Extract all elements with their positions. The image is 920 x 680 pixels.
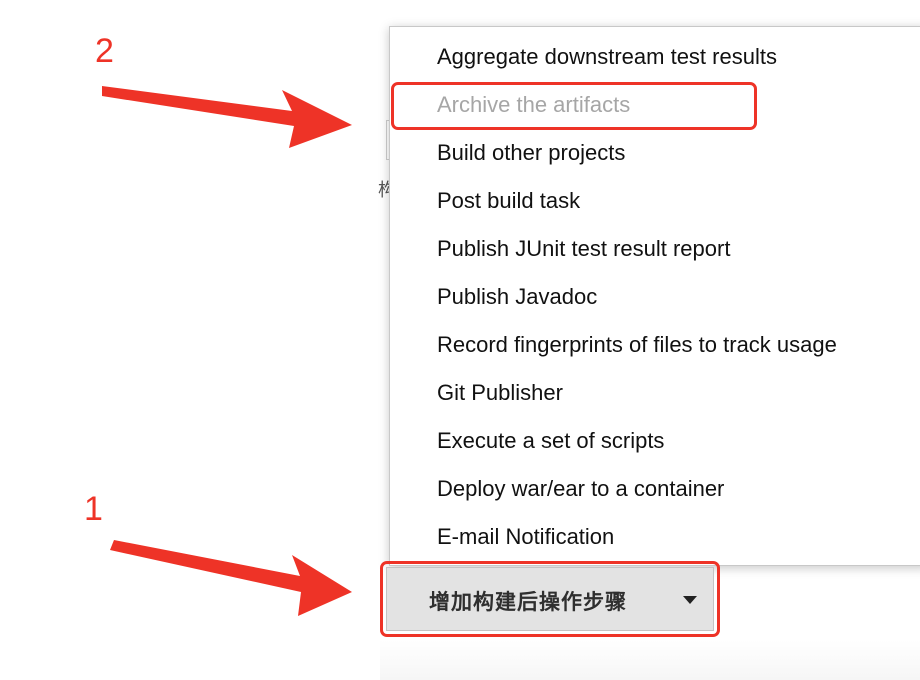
arrow-to-add-step-icon [110, 540, 352, 616]
annotation-arrows [102, 86, 352, 616]
bottom-background-strip [380, 640, 920, 680]
arrow-to-archive-icon [102, 86, 352, 148]
